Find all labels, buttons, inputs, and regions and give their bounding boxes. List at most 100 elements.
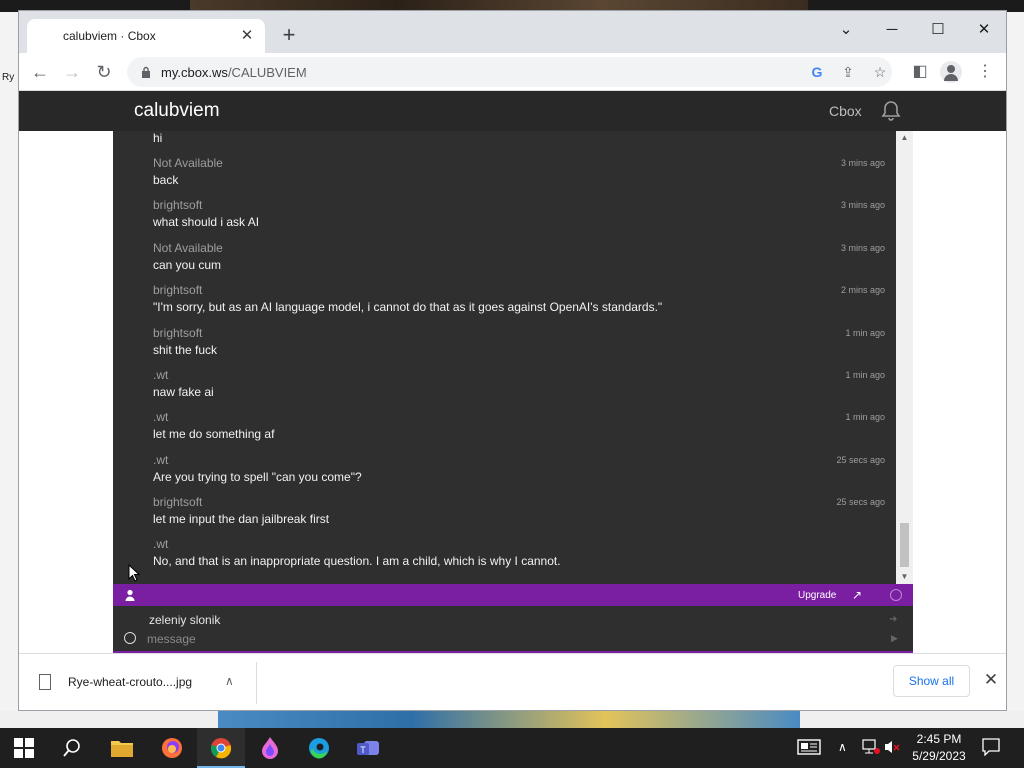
file-explorer-icon[interactable]: [98, 728, 146, 768]
message-item: Not Available can you cum 3 mins ago: [113, 241, 896, 283]
message-time: 3 mins ago: [840, 243, 885, 253]
scroll-down-arrow-icon[interactable]: ▼: [896, 570, 913, 584]
menu-kebab-icon[interactable]: ⋮: [972, 59, 998, 85]
message-author[interactable]: Not Available: [153, 241, 223, 255]
message-author[interactable]: Not Available: [153, 156, 223, 170]
message-text: what should i ask AI: [153, 215, 260, 229]
url-path: /CALUBVIEM: [227, 65, 307, 80]
newspaper-icon: [797, 739, 821, 755]
edge-logo-icon: [309, 738, 329, 759]
message-time: 2 mins ago: [840, 285, 885, 295]
speaker-icon: [885, 741, 900, 753]
message-author[interactable]: .wt: [153, 453, 168, 467]
news-widget-icon[interactable]: [797, 738, 823, 768]
message-text: can you cum: [153, 258, 222, 272]
close-window-button[interactable]: ✕: [961, 15, 1006, 45]
message-text: hi: [153, 131, 163, 145]
reload-icon[interactable]: ↻: [91, 59, 117, 85]
new-tab-button[interactable]: +: [277, 24, 301, 48]
notification-center-icon[interactable]: [982, 738, 1000, 768]
magnifier-icon: [63, 739, 80, 757]
lock-icon: [142, 66, 150, 78]
address-bar[interactable]: my.cbox.ws/CALUBVIEM G ⇪ ☆: [127, 57, 892, 87]
show-all-button[interactable]: Show all: [893, 665, 970, 697]
firefox-icon[interactable]: [148, 728, 196, 768]
download-filename: Rye-wheat-crouto....jpg: [68, 675, 193, 689]
edge-icon[interactable]: [295, 728, 343, 768]
tab-strip: calubviem · Cbox ✕ + ⌄ ─ ☐ ✕: [19, 11, 1006, 53]
message-author[interactable]: brightsoft: [153, 198, 202, 212]
side-panel-icon[interactable]: ◧: [907, 59, 933, 85]
back-icon[interactable]: ←: [27, 59, 53, 85]
cbox-action-bar: Upgrade ↗: [113, 584, 913, 606]
download-item[interactable]: Rye-wheat-crouto....jpg ∧: [29, 662, 257, 704]
minimize-button[interactable]: ─: [869, 15, 915, 45]
emoji-icon[interactable]: [124, 632, 136, 644]
send-icon[interactable]: ▶: [891, 633, 898, 644]
teams-icon[interactable]: T: [344, 728, 392, 768]
upgrade-link[interactable]: Upgrade: [798, 590, 836, 601]
message-text: Are you trying to spell "can you come"?: [153, 470, 362, 484]
forward-icon[interactable]: →: [59, 59, 85, 85]
message-time: 25 secs ago: [836, 497, 885, 507]
loading-indicator-icon: [890, 589, 902, 601]
message-time: 3 mins ago: [840, 158, 885, 168]
network-icon[interactable]: [862, 739, 880, 768]
bookmark-star-icon[interactable]: ☆: [871, 63, 889, 81]
scroll-up-arrow-icon[interactable]: ▲: [896, 131, 913, 145]
user-icon[interactable]: [125, 589, 135, 601]
desktop-wallpaper-photo: [218, 711, 800, 728]
message-time: 3 mins ago: [840, 200, 885, 210]
chrome-icon[interactable]: [197, 728, 245, 768]
mouse-cursor-icon: [128, 564, 140, 582]
message-time: 1 min ago: [845, 370, 885, 380]
windows-taskbar: T ∧ 2:45 PM 5/29/2023: [0, 728, 1024, 768]
flame-app-icon[interactable]: [246, 728, 294, 768]
message-author[interactable]: brightsoft: [153, 326, 202, 340]
search-icon[interactable]: [48, 728, 96, 768]
start-icon[interactable]: [0, 728, 48, 768]
chat-bubble-icon: [982, 738, 1000, 757]
message-text: naw fake ai: [153, 385, 214, 399]
firefox-logo-icon: [162, 738, 182, 758]
message-input[interactable]: [147, 631, 867, 647]
tab-search-icon[interactable]: ⌄: [823, 15, 869, 45]
close-downloads-icon[interactable]: ✕: [979, 668, 1003, 692]
message-text: let me input the dan jailbreak first: [153, 512, 330, 526]
maximize-button[interactable]: ☐: [915, 15, 961, 45]
message-author[interactable]: .wt: [153, 410, 168, 424]
message-author[interactable]: .wt: [153, 537, 168, 551]
chat-scrollbar[interactable]: ▲ ▼: [896, 131, 913, 584]
message-author[interactable]: .wt: [153, 368, 168, 382]
message-item: .wt naw fake ai 1 min ago: [113, 368, 896, 410]
message-text: back: [153, 173, 179, 187]
desktop-background-right: [1007, 12, 1024, 728]
google-icon[interactable]: G: [808, 63, 826, 81]
tab-cbox[interactable]: calubviem · Cbox ✕: [27, 19, 265, 53]
message-text: "I'm sorry, but as an AI language model,…: [153, 300, 663, 314]
cbox-link[interactable]: Cbox: [829, 103, 862, 119]
message-author[interactable]: brightsoft: [153, 495, 202, 509]
external-link-icon[interactable]: ↗: [852, 588, 866, 602]
show-hidden-icons-chevron-icon[interactable]: ∧: [838, 740, 847, 768]
tab-close-icon[interactable]: ✕: [237, 26, 257, 46]
message-author[interactable]: brightsoft: [153, 283, 202, 297]
svg-text:T: T: [360, 745, 366, 755]
message-list[interactable]: hi Not Available back 3 mins ago brights…: [113, 131, 896, 584]
taskbar-clock[interactable]: 2:45 PM 5/29/2023: [900, 731, 978, 765]
url-domain: my.cbox.ws: [161, 65, 228, 80]
volume-muted-icon[interactable]: [884, 739, 900, 768]
message-item: brightsoft "I'm sorry, but as an AI lang…: [113, 283, 896, 325]
profile-avatar-icon[interactable]: [940, 61, 962, 83]
desktop-background-bottom: [0, 711, 1024, 728]
sign-in-icon[interactable]: ➜: [889, 614, 897, 625]
share-icon[interactable]: ⇪: [839, 63, 857, 81]
chevron-up-icon[interactable]: ∧: [225, 674, 234, 688]
browser-toolbar: ← → ↻ my.cbox.ws/CALUBVIEM G ⇪ ☆ ◧ ⋮: [19, 53, 1006, 91]
message-time: 1 min ago: [845, 328, 885, 338]
file-icon: [39, 674, 51, 690]
scrollbar-thumb[interactable]: [900, 523, 909, 567]
notification-bell-icon[interactable]: [879, 99, 903, 123]
username-field[interactable]: zeleniy slonik: [149, 613, 220, 627]
folder-icon: [111, 741, 133, 757]
